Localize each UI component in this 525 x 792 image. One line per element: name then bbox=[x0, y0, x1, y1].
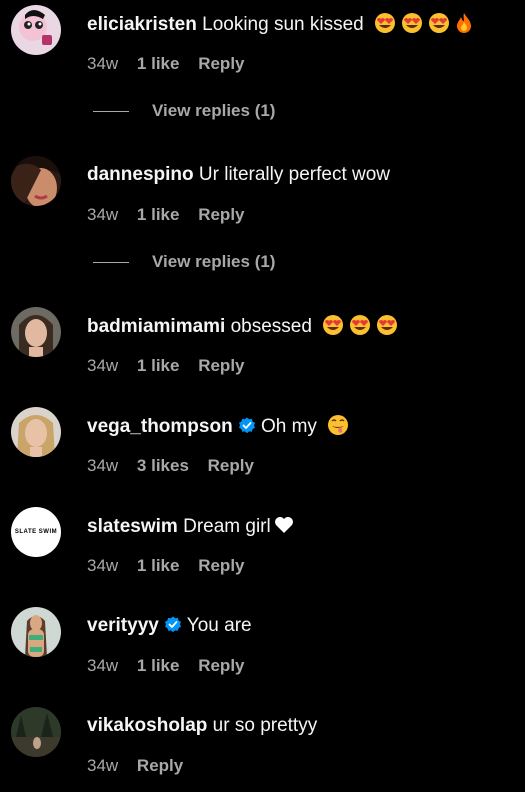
comment-item: badmiamimami obsessed 34w 1 like Reply bbox=[0, 307, 525, 387]
comment-item: SLATE SWIM slateswim Dream girl 34w 1 li… bbox=[0, 507, 525, 587]
verified-badge-icon bbox=[164, 616, 181, 633]
reply-button[interactable]: Reply bbox=[198, 205, 244, 224]
likes-count[interactable]: 1 like bbox=[137, 556, 180, 575]
comment-text-line: eliciakristen Looking sun kissed bbox=[87, 12, 473, 37]
avatar[interactable] bbox=[11, 5, 61, 55]
reply-button[interactable]: Reply bbox=[198, 54, 244, 73]
verified-badge-icon bbox=[238, 417, 255, 434]
reply-button[interactable]: Reply bbox=[137, 756, 183, 775]
timestamp: 34w bbox=[87, 205, 119, 224]
heart-eyes-emoji bbox=[323, 315, 344, 335]
avatar[interactable] bbox=[11, 407, 61, 457]
fire-emoji bbox=[457, 13, 472, 33]
reply-button[interactable]: Reply bbox=[208, 456, 254, 475]
avatar[interactable] bbox=[11, 307, 61, 357]
username[interactable]: dannespino bbox=[87, 164, 194, 185]
tongue-out-emoji bbox=[328, 415, 349, 435]
comment-meta: 34w 1 like Reply bbox=[87, 655, 259, 677]
username[interactable]: vega_thompson bbox=[87, 416, 233, 437]
timestamp: 34w bbox=[87, 556, 119, 575]
comment-body: Dream girl bbox=[183, 516, 271, 537]
comment-meta: 34w Reply bbox=[87, 755, 197, 777]
comment-text-line: dannespino Ur literally perfect wow bbox=[87, 163, 390, 187]
heart-eyes-emoji bbox=[350, 315, 371, 335]
comment-meta: 34w 1 like Reply bbox=[87, 53, 259, 75]
comment-body: Ur literally perfect wow bbox=[198, 164, 391, 185]
view-replies-label: View replies (1) bbox=[152, 101, 276, 120]
likes-count[interactable]: 1 like bbox=[137, 54, 180, 73]
reply-button[interactable]: Reply bbox=[198, 656, 244, 675]
heart-eyes-emoji bbox=[377, 315, 398, 335]
username[interactable]: badmiamimami bbox=[87, 316, 225, 337]
brand-logo-text: SLATE SWIM bbox=[14, 529, 58, 535]
username[interactable]: slateswim bbox=[87, 516, 178, 537]
timestamp: 34w bbox=[87, 356, 119, 375]
comment-text-line: slateswim Dream girl bbox=[87, 514, 295, 539]
avatar[interactable] bbox=[11, 156, 61, 206]
username[interactable]: verityyy bbox=[87, 615, 159, 636]
comment-text-line: badmiamimami obsessed bbox=[87, 314, 398, 339]
view-replies-button[interactable]: View replies (1) bbox=[93, 100, 333, 122]
comment-meta: 34w 3 likes Reply bbox=[87, 455, 268, 477]
likes-count[interactable]: 3 likes bbox=[137, 456, 189, 475]
timestamp: 34w bbox=[87, 756, 119, 775]
reply-button[interactable]: Reply bbox=[198, 556, 244, 575]
avatar[interactable] bbox=[11, 607, 61, 657]
comment-meta: 34w 1 like Reply bbox=[87, 204, 259, 226]
white-heart-emoji bbox=[274, 517, 293, 533]
divider-line bbox=[93, 262, 129, 263]
comment-text-line: vikakosholap ur so prettyy bbox=[87, 714, 317, 738]
avatar[interactable]: SLATE SWIM bbox=[11, 507, 61, 557]
heart-eyes-emoji bbox=[402, 13, 423, 33]
divider-line bbox=[93, 111, 129, 112]
likes-count[interactable]: 1 like bbox=[137, 205, 180, 224]
likes-count[interactable]: 1 like bbox=[137, 356, 180, 375]
comment-item: dannespino Ur literally perfect wow 34w … bbox=[0, 156, 525, 236]
timestamp: 34w bbox=[87, 656, 119, 675]
comment-item: vega_thompson Oh my 34w 3 likes Reply bbox=[0, 407, 525, 487]
comment-meta: 34w 1 like Reply bbox=[87, 355, 259, 377]
comment-item: eliciakristen Looking sun kissed 34w 1 l… bbox=[0, 5, 525, 85]
heart-eyes-emoji bbox=[429, 13, 450, 33]
avatar[interactable] bbox=[11, 707, 61, 757]
comment-item: verityyy You are 34w 1 like Reply bbox=[0, 607, 525, 687]
comment-text-line: verityyy You are bbox=[87, 614, 252, 638]
view-replies-button[interactable]: View replies (1) bbox=[93, 251, 333, 273]
heart-eyes-emoji bbox=[375, 13, 396, 33]
comment-body: Oh my bbox=[260, 416, 317, 437]
timestamp: 34w bbox=[87, 456, 119, 475]
comment-body: You are bbox=[186, 615, 252, 636]
comment-meta: 34w 1 like Reply bbox=[87, 555, 259, 577]
username[interactable]: vikakosholap bbox=[87, 715, 207, 736]
username[interactable]: eliciakristen bbox=[87, 14, 197, 35]
view-replies-label: View replies (1) bbox=[152, 252, 276, 271]
comment-body: ur so prettyy bbox=[212, 715, 318, 736]
comment-text-line: vega_thompson Oh my bbox=[87, 414, 349, 439]
likes-count[interactable]: 1 like bbox=[137, 656, 180, 675]
comment-body: Looking sun kissed bbox=[202, 14, 364, 35]
reply-button[interactable]: Reply bbox=[198, 356, 244, 375]
comment-body: obsessed bbox=[230, 316, 312, 337]
comment-item: vikakosholap ur so prettyy 34w Reply bbox=[0, 707, 525, 787]
timestamp: 34w bbox=[87, 54, 119, 73]
